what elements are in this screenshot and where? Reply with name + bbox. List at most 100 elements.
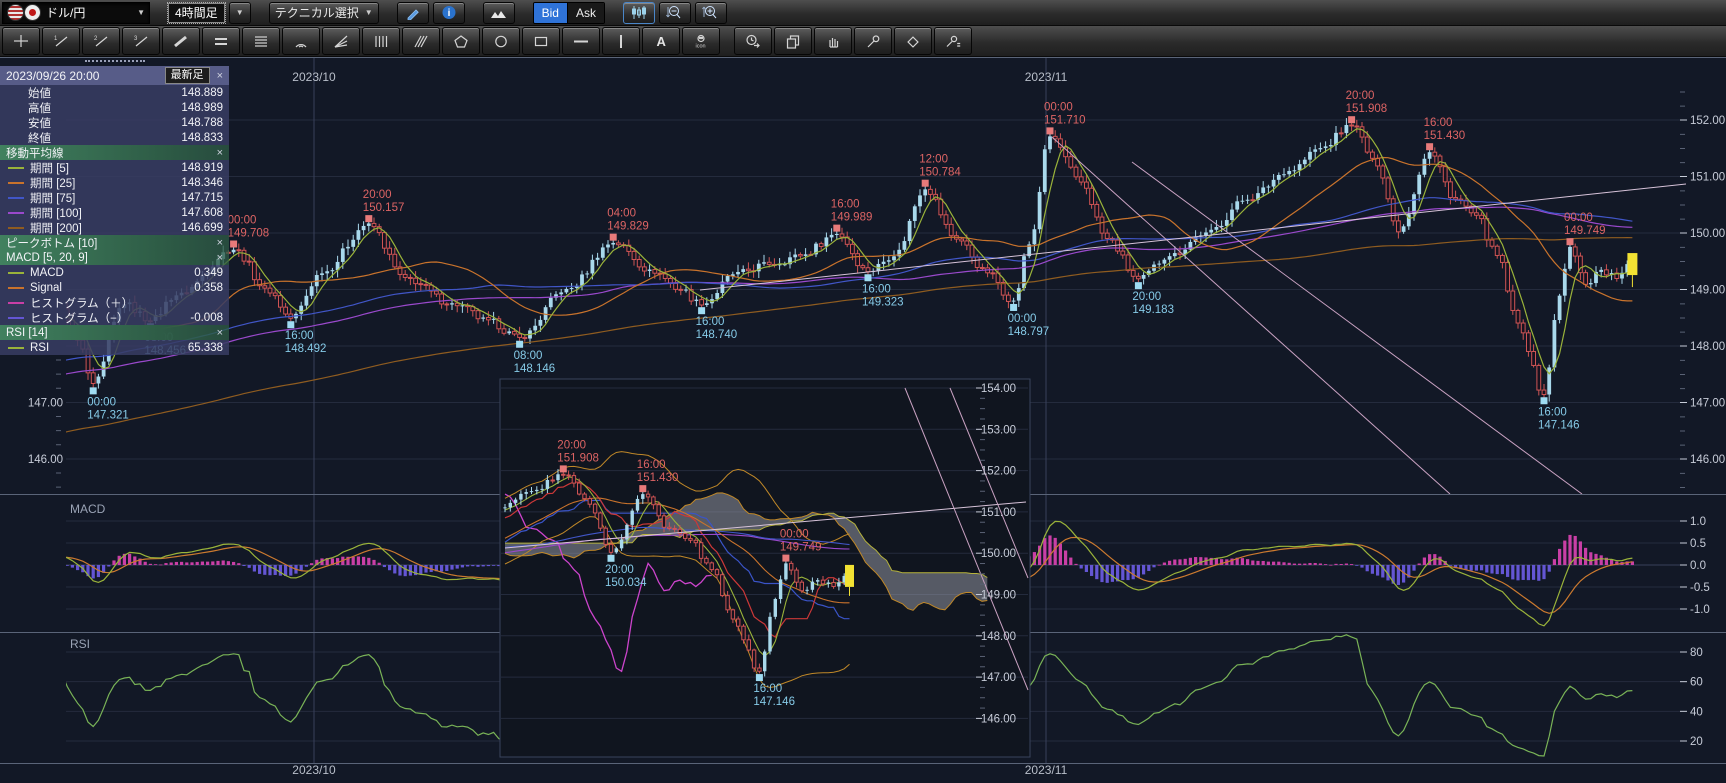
svg-text:149.829: 149.829 — [607, 221, 649, 233]
svg-text:80: 80 — [1690, 647, 1703, 659]
svg-text:1.0: 1.0 — [1690, 516, 1706, 528]
svg-text:152.00: 152.00 — [1690, 115, 1725, 127]
panel-row-value: 0.349 — [194, 267, 223, 279]
svg-text:149.989: 149.989 — [831, 212, 873, 224]
svg-text:149.708: 149.708 — [228, 227, 270, 239]
panel-row-value: 148.346 — [181, 177, 223, 189]
svg-text:16:00: 16:00 — [1538, 406, 1567, 418]
svg-text:147.00: 147.00 — [1690, 398, 1725, 410]
svg-text:16:00: 16:00 — [285, 330, 314, 342]
svg-text:16:00: 16:00 — [753, 683, 782, 695]
indicator-title: 移動平均線 — [6, 145, 64, 161]
svg-text:153.00: 153.00 — [981, 424, 1016, 436]
series-color-swatch — [8, 287, 24, 289]
close-icon[interactable]: × — [214, 252, 226, 264]
panel-row-value: 148.833 — [181, 132, 223, 144]
panel-row: 期間 [200]146.699 — [0, 220, 229, 235]
svg-text:16:00: 16:00 — [831, 199, 860, 211]
indicator-section-header: ピークボトム [10]× — [0, 235, 229, 250]
panel-row: 期間 [100]147.608 — [0, 205, 229, 220]
series-color-swatch — [8, 182, 24, 184]
panel-row-label: 期間 [5] — [30, 160, 69, 176]
latest-candle-button[interactable]: 最新足 — [165, 67, 210, 84]
svg-text:150.784: 150.784 — [919, 167, 961, 179]
svg-text:148.00: 148.00 — [981, 631, 1016, 643]
panel-row: 期間 [5]148.919 — [0, 160, 229, 175]
svg-text:00:00: 00:00 — [1008, 313, 1037, 325]
svg-text:149.749: 149.749 — [1564, 225, 1606, 237]
svg-text:RSI: RSI — [70, 637, 90, 651]
series-color-swatch — [8, 212, 24, 214]
svg-text:04:00: 04:00 — [607, 208, 636, 220]
panel-row-label: 期間 [25] — [30, 175, 75, 191]
panel-row: ヒストグラム（−） -0.008 — [0, 310, 229, 325]
selected-candle-datetime: 2023/09/26 20:00 — [6, 69, 99, 83]
panel-body: 始値148.889高値148.989安値148.788終値148.833移動平均… — [0, 85, 229, 355]
panel-title-bar[interactable]: 2023/09/26 20:00 最新足 × — [0, 66, 229, 85]
close-icon[interactable]: × — [214, 327, 226, 339]
svg-text:00:00: 00:00 — [780, 529, 809, 541]
panel-row-value: 148.788 — [181, 117, 223, 129]
indicator-section-header: 移動平均線 × — [0, 145, 229, 160]
close-icon[interactable]: × — [214, 237, 226, 249]
panel-row-label: 始値 — [28, 85, 51, 101]
svg-text:149.323: 149.323 — [862, 296, 904, 308]
svg-text:146.00: 146.00 — [1690, 454, 1725, 466]
svg-text:20:00: 20:00 — [557, 439, 586, 451]
panel-row-label: 終値 — [28, 130, 51, 146]
svg-text:60: 60 — [1690, 677, 1703, 689]
panel-row: Signal0.358 — [0, 280, 229, 295]
svg-text:MACD: MACD — [70, 502, 106, 516]
indicator-section-header: RSI [14] × — [0, 325, 229, 340]
panel-row: 期間 [25] 148.346 — [0, 175, 229, 190]
svg-text:147.146: 147.146 — [753, 696, 795, 708]
panel-row: RSI65.338 — [0, 340, 229, 355]
inset-chart: 20:00151.90816:00151.43000:00149.74920:0… — [500, 379, 1030, 757]
indicator-title: RSI [14] — [6, 327, 48, 339]
current-candle-highlight — [1627, 253, 1637, 275]
svg-text:-1.0: -1.0 — [1690, 604, 1710, 616]
svg-text:149.00: 149.00 — [1690, 285, 1725, 297]
panel-row-value: 148.889 — [181, 87, 223, 99]
close-icon[interactable]: × — [214, 147, 226, 159]
svg-text:149.00: 149.00 — [981, 590, 1016, 602]
svg-text:147.146: 147.146 — [1538, 419, 1580, 431]
trading-app: MACD RSI 152.00 151.00 150.00 149.00 148.00 147… — [0, 0, 1726, 783]
svg-text:150.034: 150.034 — [605, 577, 647, 589]
panel-row-label: 安値 — [28, 115, 51, 131]
series-color-swatch — [8, 272, 24, 274]
indicator-title: MACD [5, 20, 9] — [6, 252, 88, 264]
close-icon[interactable]: × — [214, 70, 226, 82]
panel-row-label: Signal — [30, 282, 62, 294]
panel-row-value: -0.008 — [190, 312, 223, 324]
svg-text:40: 40 — [1690, 706, 1703, 718]
indicator-data-panel[interactable]: 2023/09/26 20:00 最新足 × 始値148.889高値148.98… — [0, 60, 229, 355]
svg-text:00:00: 00:00 — [87, 396, 116, 408]
panel-row-value: 147.715 — [181, 192, 223, 204]
panel-row-label: ヒストグラム（−） — [30, 310, 128, 326]
svg-text:147.00: 147.00 — [981, 672, 1016, 684]
svg-text:20:00: 20:00 — [1132, 291, 1161, 303]
svg-text:151.710: 151.710 — [1044, 114, 1086, 126]
svg-text:08:00: 08:00 — [514, 350, 543, 362]
svg-text:16:00: 16:00 — [696, 316, 725, 328]
svg-text:151.00: 151.00 — [981, 507, 1016, 519]
series-color-swatch — [8, 227, 24, 229]
svg-text:20:00: 20:00 — [363, 189, 392, 201]
svg-text:20:00: 20:00 — [605, 564, 634, 576]
panel-row: 始値 148.889 — [0, 85, 229, 100]
panel-row: ヒストグラム（＋） — [0, 295, 229, 310]
panel-row-label: 高値 — [28, 100, 51, 116]
svg-text:150.00: 150.00 — [1690, 228, 1725, 240]
series-color-swatch — [8, 347, 24, 349]
svg-text:148.00: 148.00 — [1690, 341, 1725, 353]
series-color-swatch — [8, 317, 24, 319]
main-chart[interactable]: MACD RSI 152.00 151.00 150.00 149.00 148.00 147… — [0, 0, 1726, 783]
svg-text:16:00: 16:00 — [1424, 117, 1453, 129]
svg-text:2023/11: 2023/11 — [1025, 763, 1068, 777]
svg-text:154.00: 154.00 — [981, 383, 1016, 395]
svg-text:2023/11: 2023/11 — [1025, 70, 1068, 84]
svg-text:146.00: 146.00 — [28, 454, 63, 466]
svg-text:16:00: 16:00 — [862, 283, 891, 295]
svg-text:149.183: 149.183 — [1132, 304, 1174, 316]
